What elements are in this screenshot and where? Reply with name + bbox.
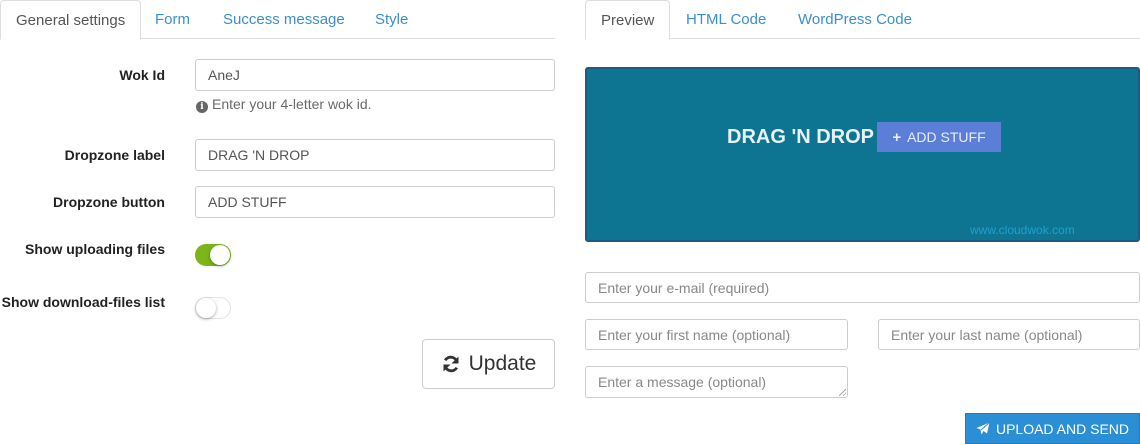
resize-handle[interactable] — [839, 389, 846, 396]
upload-and-send-button[interactable]: UPLOAD AND SEND — [965, 413, 1140, 444]
plus-icon: + — [892, 129, 902, 146]
tab-preview[interactable]: Preview — [585, 0, 671, 40]
preview-tabs: Preview HTML Code WordPress Code — [585, 0, 1140, 40]
dropzone-label-input[interactable] — [195, 139, 555, 171]
show-uploading-files-toggle[interactable] — [195, 244, 231, 266]
refresh-icon — [441, 354, 461, 374]
tab-wordpress-code[interactable]: WordPress Code — [783, 0, 927, 39]
wok-id-input[interactable] — [195, 59, 555, 91]
message-field[interactable] — [585, 366, 848, 398]
tab-general-settings[interactable]: General settings — [0, 0, 142, 40]
wok-id-label: Wok Id — [119, 67, 165, 83]
tab-html-code[interactable]: HTML Code — [671, 0, 781, 39]
show-download-list-toggle[interactable] — [195, 297, 231, 319]
wok-id-help-text: Enter your 4-letter wok id. — [212, 96, 372, 112]
add-stuff-button[interactable]: + ADD STUFF — [877, 122, 1001, 152]
upload-and-send-label: UPLOAD AND SEND — [995, 420, 1130, 437]
dropzone-label-label: Dropzone label — [64, 147, 165, 163]
wok-id-help: i Enter your 4-letter wok id. — [196, 96, 372, 113]
dropzone-preview[interactable]: DRAG 'N DROP + ADD STUFF www.cloudwok.com — [585, 67, 1140, 242]
update-label: Update — [468, 352, 537, 375]
message-field-wrap — [585, 366, 848, 398]
show-download-list-label: Show download-files list — [1, 294, 165, 310]
dropzone-button-label: Dropzone button — [53, 194, 165, 210]
dropzone-button-input[interactable] — [195, 186, 555, 218]
first-name-field[interactable] — [585, 319, 848, 350]
info-icon: i — [196, 101, 208, 113]
toggle-knob — [196, 298, 216, 318]
show-uploading-files-label: Show uploading files — [25, 241, 165, 257]
cloudwok-footer-link[interactable]: www.cloudwok.com — [970, 223, 1075, 237]
settings-tabs: General settings Form Success message St… — [0, 0, 555, 40]
update-button[interactable]: Update — [422, 339, 555, 389]
tab-success-message[interactable]: Success message — [208, 0, 360, 39]
tab-style[interactable]: Style — [360, 0, 423, 39]
dropzone-preview-label: DRAG 'N DROP — [727, 126, 874, 148]
last-name-field[interactable] — [878, 319, 1140, 350]
add-stuff-label: ADD STUFF — [907, 129, 986, 145]
toggle-knob — [210, 245, 230, 265]
email-field[interactable] — [585, 272, 1140, 303]
tab-form[interactable]: Form — [140, 0, 205, 39]
paper-plane-icon — [976, 421, 990, 436]
